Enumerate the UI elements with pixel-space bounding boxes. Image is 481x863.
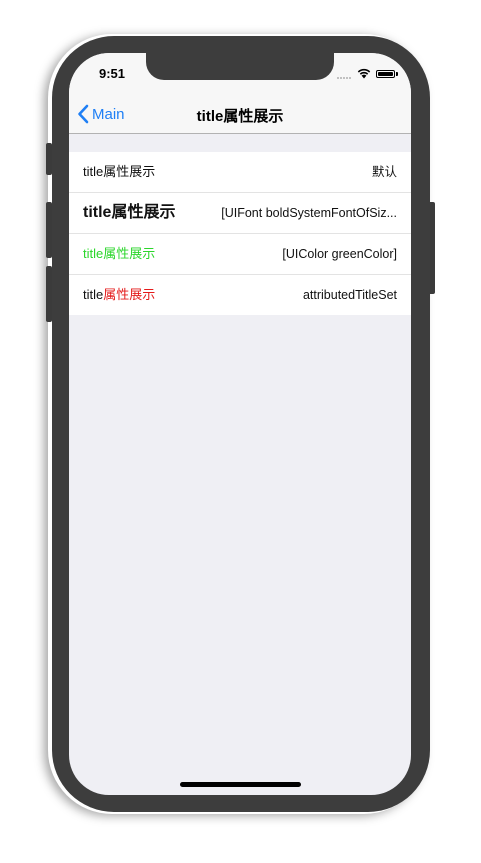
- home-indicator[interactable]: [180, 782, 301, 787]
- row-title: title属性展示: [83, 204, 176, 221]
- navigation-bar: Main title属性展示: [69, 97, 411, 134]
- row-title: title属性展示: [83, 246, 156, 261]
- cellular-signal-icon: [337, 73, 353, 79]
- table-row-bold-font[interactable]: title属性展示 [UIFont boldSystemFontOfSiz...: [69, 193, 411, 234]
- battery-icon: [376, 70, 395, 78]
- row-detail: [UIColor greenColor]: [282, 247, 397, 261]
- page-title: title属性展示: [196, 108, 284, 125]
- status-time: 9:51: [99, 66, 126, 81]
- row-detail: attributedTitleSet: [302, 288, 397, 302]
- row-title-prefix: title: [83, 287, 104, 302]
- table-row-default[interactable]: title属性展示 默认: [69, 152, 411, 193]
- title-property-table: title属性展示 默认 title属性展示 [UIFont boldSyste…: [69, 152, 411, 315]
- table-row-attributed-title[interactable]: title属性展示 attributedTitleSet: [69, 275, 411, 315]
- battery-cap: [396, 72, 398, 76]
- row-title-suffix: 属性展示: [103, 287, 156, 302]
- table-row-green-color[interactable]: title属性展示 [UIColor greenColor]: [69, 234, 411, 275]
- screen: 9:51 Main title属性展示 title属性展示 默认 title属性…: [69, 53, 411, 795]
- row-title: title属性展示: [83, 275, 155, 315]
- wifi-icon: [357, 68, 371, 79]
- row-detail: 默认: [371, 165, 397, 179]
- notch: [146, 53, 334, 80]
- row-title: title属性展示: [83, 164, 156, 179]
- row-detail: [UIFont boldSystemFontOfSiz...: [221, 206, 397, 220]
